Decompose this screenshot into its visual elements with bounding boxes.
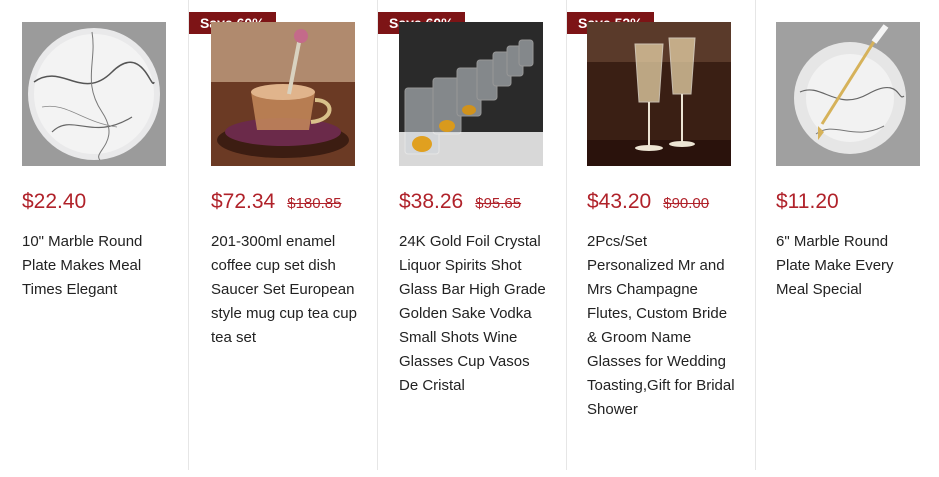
- current-price: $22.40: [22, 190, 87, 213]
- current-price: $72.34: [211, 190, 276, 213]
- price-row: $11.20: [776, 190, 839, 214]
- product-title[interactable]: 24K Gold Foil Crystal Liquor Spirits Sho…: [399, 230, 549, 398]
- product-image-champagne-flutes[interactable]: [587, 22, 731, 166]
- product-image-shot-glasses[interactable]: [399, 22, 543, 166]
- current-price: $38.26: [399, 190, 464, 213]
- product-title[interactable]: 10" Marble Round Plate Makes Meal Times …: [22, 230, 172, 302]
- current-price: $11.20: [776, 190, 839, 213]
- original-price: $90.00: [663, 195, 710, 212]
- product-title[interactable]: 2Pcs/Set Personalized Mr and Mrs Champag…: [587, 230, 737, 422]
- product-image-enamel-cup[interactable]: [211, 22, 355, 166]
- product-card[interactable]: Save 52% $43.20$90.00 2Pcs/Set Personali…: [567, 0, 755, 477]
- price-row: $38.26 $95.65: [399, 190, 521, 214]
- original-price: $95.65: [475, 195, 522, 212]
- product-card[interactable]: Save 60% $72.34$180.85 201-300ml enamel …: [189, 0, 377, 477]
- price-row: $43.20 $90.00: [587, 190, 709, 214]
- price-row: $22.40: [22, 190, 86, 214]
- product-card[interactable]: Save 60% $38.26$95.65: [378, 0, 566, 477]
- product-card[interactable]: $22.40 10" Marble Round Plate Makes Meal…: [0, 0, 188, 477]
- current-price: $43.20: [587, 190, 652, 213]
- product-image-marble-plate[interactable]: [22, 22, 166, 166]
- product-image-small-marble-plate[interactable]: [776, 22, 920, 166]
- original-price: $180.85: [287, 195, 342, 212]
- product-card[interactable]: $11.20 6" Marble Round Plate Make Every …: [756, 0, 939, 477]
- product-title[interactable]: 201-300ml enamel coffee cup set dish Sau…: [211, 230, 361, 350]
- product-carousel: $22.40 10" Marble Round Plate Makes Meal…: [0, 0, 939, 477]
- price-row: $72.34 $180.85: [211, 190, 341, 214]
- product-title[interactable]: 6" Marble Round Plate Make Every Meal Sp…: [776, 230, 926, 302]
